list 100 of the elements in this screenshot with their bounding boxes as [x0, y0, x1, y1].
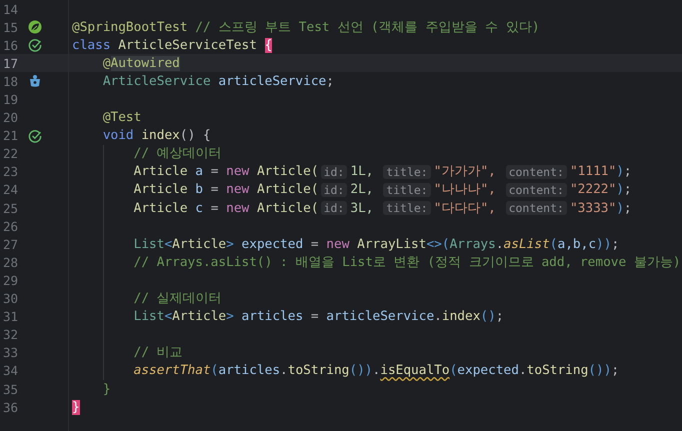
- method-name: toString: [526, 363, 588, 378]
- line-number: 20: [2, 109, 20, 127]
- code-bracket: (: [450, 363, 458, 378]
- string-literal: "나나나",: [434, 181, 496, 198]
- code-bracket: (): [480, 309, 496, 324]
- class-name: Article(: [256, 182, 319, 198]
- code-punctuation: .: [518, 363, 527, 378]
- line-number: 36: [2, 398, 20, 416]
- variable-name: articles: [240, 309, 304, 324]
- class-name: Article: [172, 309, 226, 324]
- code-punctuation: ;: [326, 74, 334, 89]
- check-circle-icon[interactable]: [28, 128, 42, 143]
- class-name: Article: [172, 236, 226, 252]
- code-bracket: (: [210, 363, 218, 378]
- class-name: Article(: [256, 164, 319, 180]
- type-name: List: [134, 309, 164, 324]
- code-bracket: ): [616, 200, 624, 216]
- line-number: 26: [2, 218, 20, 236]
- keyword: class: [72, 38, 112, 53]
- variable-name: a,b,c: [558, 236, 596, 252]
- code-punctuation: ;: [611, 363, 620, 378]
- code-punctuation: =: [310, 309, 320, 324]
- parameter-hint: id:: [320, 182, 348, 197]
- class-name: Article(: [256, 200, 319, 216]
- line-number: 25: [2, 200, 20, 218]
- code-comment: // 예상데이터: [134, 145, 222, 162]
- code-bracket: >: [226, 236, 234, 252]
- line-number: 17: [2, 54, 20, 72]
- line-number: 27: [2, 236, 20, 254]
- number-literal: 3L,: [350, 200, 374, 216]
- code-comment: // 스프링 부트 Test 선언 (객체를 주입받을 수 있다): [195, 18, 540, 36]
- method-name: index: [141, 128, 180, 144]
- line-number: 18: [2, 72, 20, 90]
- method-name: toString: [288, 363, 350, 378]
- leaf-icon[interactable]: [28, 20, 42, 34]
- number-literal: 2L,: [350, 182, 374, 198]
- line-number: 29: [2, 272, 20, 290]
- string-literal: "가가가",: [434, 163, 496, 180]
- code-punctuation: ;: [624, 182, 632, 198]
- code-comment: // Arrays.asList() : 배열을 List로 변환 (정적 크기이므로 add, remove 불가능): [134, 254, 681, 271]
- keyword: new: [226, 200, 250, 216]
- line-number: 22: [2, 145, 20, 163]
- string-literal: "2222": [570, 182, 616, 198]
- class-name: Article: [134, 164, 189, 180]
- code-bracket: (: [550, 236, 558, 252]
- variable-name: a: [195, 164, 203, 180]
- annotation: @: [102, 56, 111, 71]
- variable-name: b: [195, 182, 203, 198]
- bean-marker-icon[interactable]: [28, 74, 42, 88]
- line-number: 32: [2, 326, 20, 344]
- annotation: @SpringBootTest: [72, 20, 189, 35]
- variable-name: c: [195, 200, 203, 216]
- variable-name: articles: [218, 363, 280, 378]
- code-punctuation: ;: [611, 236, 620, 252]
- method-name: index: [442, 309, 480, 324]
- code-bracket: ()): [588, 363, 612, 378]
- parameter-hint: title:: [383, 182, 431, 197]
- code-bracket: )): [596, 236, 612, 252]
- variable-name: expected: [240, 236, 304, 252]
- variable-name: articleService: [326, 309, 434, 324]
- line-number: 33: [2, 344, 20, 362]
- type-name: Arrays: [450, 236, 496, 252]
- parameter-hint: title:: [383, 164, 431, 179]
- line-number: 35: [2, 380, 20, 398]
- line-number: 31: [2, 308, 20, 326]
- line-number: 14: [2, 0, 20, 18]
- method-name: asList: [504, 236, 550, 252]
- code-punctuation: =: [210, 182, 220, 198]
- line-number: 15: [2, 18, 20, 36]
- line-number: 24: [2, 181, 20, 200]
- line-number: 16: [2, 36, 20, 54]
- type-name: ArticleService: [102, 74, 212, 89]
- line-number: 19: [2, 91, 20, 109]
- string-literal: "다다다",: [434, 200, 496, 217]
- code-punctuation: ;: [624, 164, 632, 180]
- code-punctuation: .: [496, 236, 504, 252]
- code-bracket: ()): [349, 363, 373, 378]
- method-name: isEqualTo: [380, 363, 450, 378]
- code-brace: }: [102, 382, 111, 397]
- string-literal: "3333": [570, 200, 616, 216]
- code-bracket: >: [226, 309, 234, 324]
- code-punctuation: =: [210, 200, 220, 216]
- matched-brace: {: [264, 38, 272, 53]
- check-circle-icon[interactable]: [28, 38, 42, 52]
- line-number: 23: [2, 163, 20, 181]
- parameter-hint: title:: [383, 201, 431, 216]
- annotation: @Test: [102, 110, 142, 126]
- code-punctuation: .: [434, 309, 442, 324]
- keyword: new: [226, 182, 250, 198]
- code-bracket: ): [616, 164, 624, 180]
- code-punctuation: ;: [624, 200, 632, 216]
- keyword: new: [326, 236, 350, 252]
- line-number: 21: [2, 127, 20, 145]
- code-bracket: <: [164, 309, 172, 324]
- type-name: List: [134, 236, 164, 252]
- code-comment: // 비교: [134, 344, 183, 362]
- keyword: void: [102, 128, 135, 144]
- code-bracket: <: [164, 236, 172, 252]
- annotation: Autowired: [110, 56, 180, 71]
- code-bracket: <>(: [426, 236, 450, 252]
